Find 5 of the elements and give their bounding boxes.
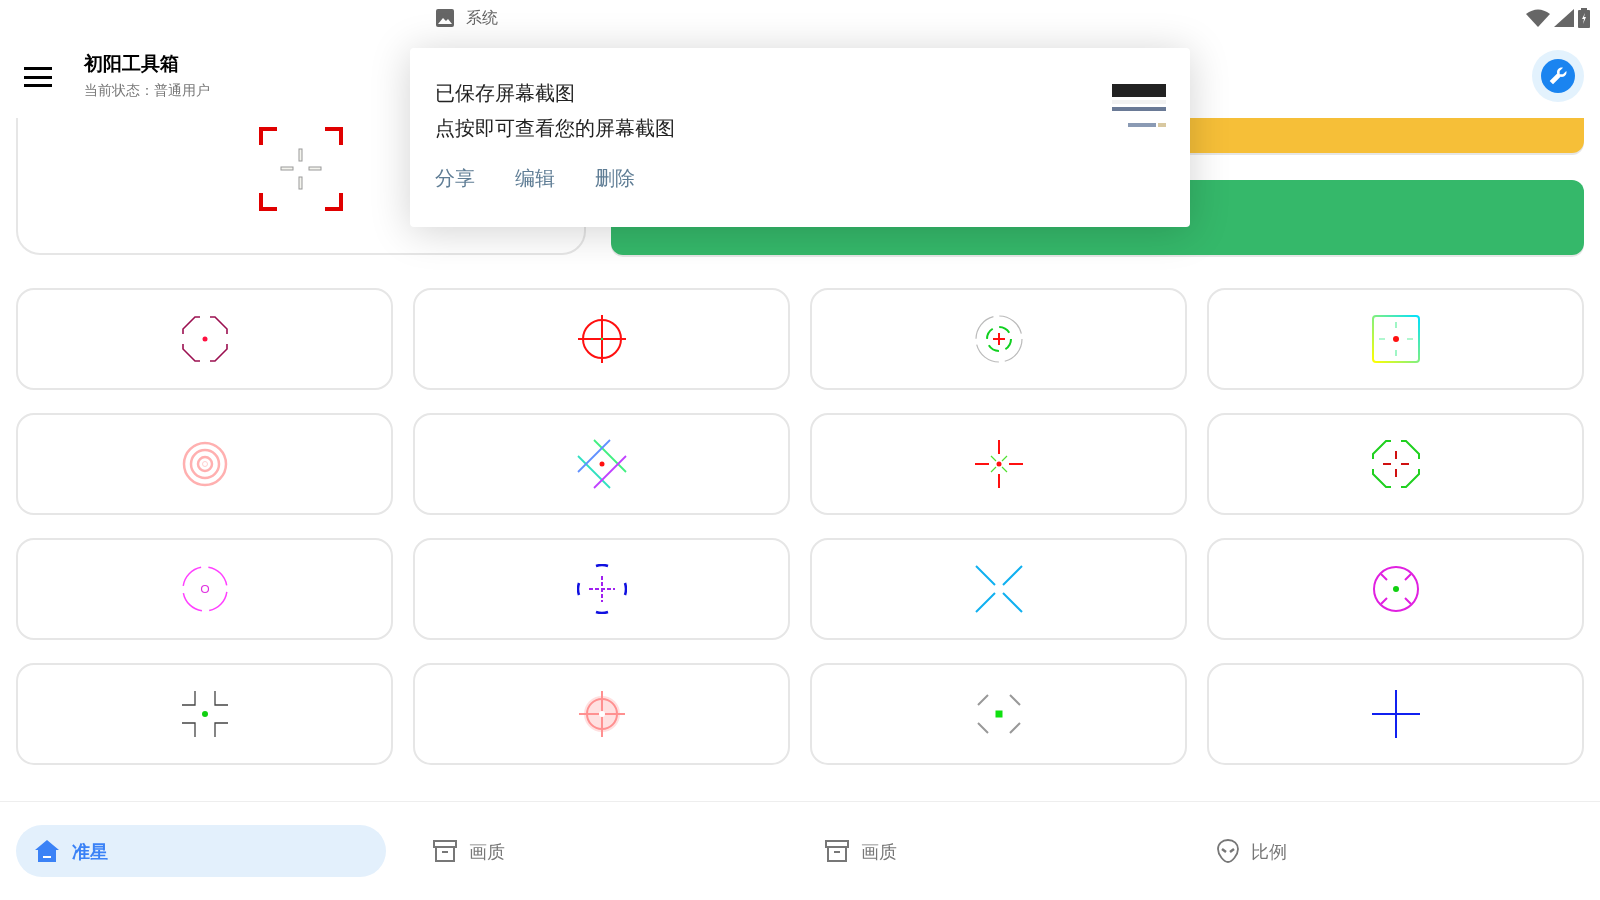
notification-app-name: 系统 xyxy=(466,7,498,29)
notification-text: 点按即可查看您的屏幕截图 xyxy=(435,115,675,142)
notification-title: 已保存屏幕截图 xyxy=(435,80,575,107)
user-status: 当前状态：普通用户 xyxy=(84,80,210,100)
app-title: 初阳工具箱 xyxy=(84,51,180,77)
